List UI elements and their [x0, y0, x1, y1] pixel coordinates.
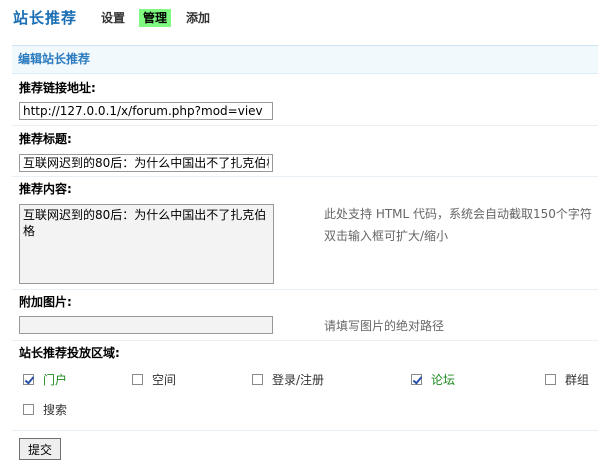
title-input[interactable]	[19, 154, 273, 172]
title-label: 推荐标题:	[19, 132, 72, 146]
area-option-label: 论坛	[431, 373, 456, 387]
area-checkbox-space[interactable]: 空间	[132, 371, 176, 388]
link-label: 推荐链接地址:	[19, 81, 96, 95]
area-checkbox-forum[interactable]: 论坛	[411, 371, 455, 388]
tab-settings[interactable]: 设置	[97, 9, 129, 27]
image-path-input[interactable]	[19, 316, 273, 334]
area-checkbox-group[interactable]: 群组	[545, 371, 589, 388]
area-option-label: 搜索	[43, 403, 68, 417]
area-checkbox-search[interactable]: 搜索	[23, 401, 67, 418]
content-label: 推荐内容:	[19, 182, 72, 196]
area-option-label: 登录/注册	[272, 373, 325, 387]
image-hint: 请填写图片的绝对路径	[324, 319, 445, 333]
divider	[12, 125, 598, 126]
tab-add[interactable]: 添加	[182, 9, 214, 27]
checkbox-checked-icon[interactable]	[411, 374, 422, 385]
link-url-input[interactable]	[19, 102, 273, 120]
image-label: 附加图片:	[19, 295, 72, 309]
area-label: 站长推荐投放区域:	[19, 346, 120, 360]
page-title: 站长推荐	[13, 9, 78, 27]
divider	[12, 289, 598, 290]
checkbox-icon[interactable]	[132, 374, 143, 385]
content-textarea[interactable]: 互联网迟到的80后：为什么中国出不了扎克伯格	[19, 204, 274, 284]
area-option-label: 门户	[43, 373, 68, 387]
checkbox-icon[interactable]	[252, 374, 263, 385]
panel-heading: 编辑站长推荐	[12, 46, 598, 74]
edit-recommend-panel: 编辑站长推荐 推荐链接地址: 推荐标题: 推荐内容: 互联网迟到的80后：为什么…	[12, 45, 598, 472]
checkbox-checked-icon[interactable]	[23, 374, 34, 385]
area-option-label: 群组	[565, 373, 590, 387]
area-option-label: 空间	[152, 373, 177, 387]
divider	[12, 340, 598, 341]
area-checkbox-login[interactable]: 登录/注册	[252, 371, 324, 388]
submit-button[interactable]: 提交	[19, 438, 61, 460]
divider	[12, 176, 598, 177]
checkbox-icon[interactable]	[545, 374, 556, 385]
checkbox-icon[interactable]	[23, 404, 34, 415]
top-nav: 站长推荐 设置 管理 添加	[0, 0, 600, 32]
area-checkbox-portal[interactable]: 门户	[23, 371, 67, 388]
divider	[12, 430, 598, 431]
content-hint-resize: 双击输入框可扩大/缩小	[324, 229, 449, 243]
content-hint-html: 此处支持 HTML 代码，系统会自动截取150个字符	[324, 207, 592, 221]
tab-manage[interactable]: 管理	[139, 9, 172, 27]
